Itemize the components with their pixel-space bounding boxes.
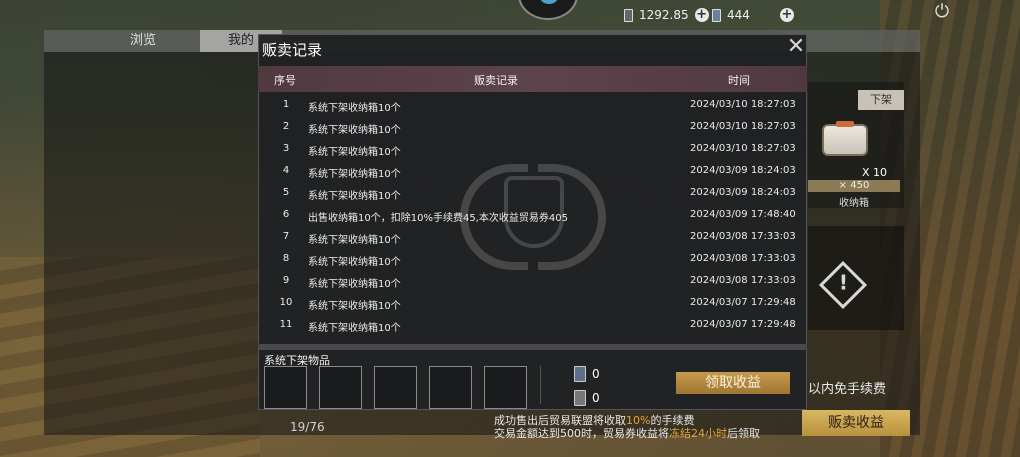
currency-trade-ticket-value: 1292.85 <box>639 8 689 22</box>
row-record: 系统下架收纳箱10个 <box>308 169 401 180</box>
row-time: 2024/03/10 18:27:03 <box>690 121 796 132</box>
currency-card: 444 <box>712 8 750 22</box>
row-record: 系统下架收纳箱10个 <box>308 147 401 158</box>
currency-card-value: 444 <box>727 8 750 22</box>
freeze-note: 交易金额达到500时，贸易券收益将冻结24小时后领取 <box>494 425 760 441</box>
item-count: X 10 <box>862 166 888 179</box>
table-row: 1 系统下架收纳箱10个 2024/03/10 18:27:03 <box>258 94 807 116</box>
item-price: × 450 <box>808 180 900 192</box>
row-time: 2024/03/09 18:24:03 <box>690 165 796 176</box>
row-no: 9 <box>282 275 290 286</box>
row-no: 7 <box>282 231 290 242</box>
row-record: 出售收纳箱10个，扣除10%手续费45,本次收益贸易券405 <box>308 213 568 224</box>
trade-ticket-icon <box>624 8 633 22</box>
table-row: 8 系统下架收纳箱10个 2024/03/08 17:33:03 <box>258 248 807 270</box>
tab-browse[interactable]: 浏览 <box>130 30 156 52</box>
add-currency-icon[interactable]: + <box>780 8 794 22</box>
card-currency-icon <box>712 8 721 22</box>
row-time: 2024/03/09 18:24:03 <box>690 187 796 198</box>
row-record: 系统下架收纳箱10个 <box>308 257 401 268</box>
header-time: 时间 <box>728 74 750 87</box>
row-no: 10 <box>279 297 293 308</box>
record-list[interactable]: 1 系统下架收纳箱10个 2024/03/10 18:27:03 2 系统下架收纳箱1… <box>258 94 807 342</box>
row-time: 2024/03/08 17:33:03 <box>690 253 796 264</box>
row-no: 5 <box>282 187 290 198</box>
row-time: 2024/03/08 17:33:03 <box>690 275 796 286</box>
close-icon[interactable]: ✕ <box>786 36 806 58</box>
add-currency-2[interactable]: + <box>780 8 794 22</box>
row-no: 11 <box>279 319 293 330</box>
row-record: 系统下架收纳箱10个 <box>308 191 401 202</box>
add-currency-icon[interactable]: + <box>694 8 709 22</box>
claim-income-button[interactable]: 领取收益 <box>676 372 790 394</box>
table-row: 6 出售收纳箱10个，扣除10%手续费45,本次收益贸易券405 2024/03/0… <box>258 204 807 226</box>
table-row: 2 系统下架收纳箱10个 2024/03/10 18:27:03 <box>258 116 807 138</box>
row-time: 2024/03/10 18:27:03 <box>690 143 796 154</box>
table-row: 5 系统下架收纳箱10个 2024/03/09 18:24:03 <box>258 182 807 204</box>
freeze-note-tail: 后领取 <box>727 427 760 440</box>
freeze-note-highlight: 冻结24小时 <box>669 427 727 440</box>
fee-tip-text: 以内免手续费 <box>808 382 887 397</box>
row-record: 系统下架收纳箱10个 <box>308 235 401 246</box>
table-row: 11 系统下架收纳箱10个 2024/03/07 17:29:48 <box>258 314 807 336</box>
freeze-note-text: 交易金额达到500时，贸易券收益将 <box>494 427 669 440</box>
row-no: 8 <box>282 253 290 264</box>
row-no: 4 <box>282 165 290 176</box>
trade-ticket-value: 0 <box>592 391 600 405</box>
header-no: 序号 <box>274 74 296 87</box>
row-record: 系统下架收纳箱10个 <box>308 279 401 290</box>
card-ticket-value: 0 <box>592 367 600 381</box>
row-time: 2024/03/07 17:29:48 <box>690 297 796 308</box>
item-slot[interactable] <box>319 366 362 409</box>
slot-divider <box>540 366 541 404</box>
row-no: 3 <box>282 143 290 154</box>
row-time: 2024/03/08 17:33:03 <box>690 231 796 242</box>
header-record: 贩卖记录 <box>474 74 518 87</box>
item-slot[interactable] <box>264 366 307 409</box>
row-time: 2024/03/09 17:48:40 <box>690 209 796 220</box>
power-icon[interactable]: ⏻ <box>932 2 952 22</box>
row-record: 系统下架收纳箱10个 <box>308 103 401 114</box>
item-name: 收纳箱 <box>839 198 869 209</box>
row-time: 2024/03/07 17:29:48 <box>690 319 796 330</box>
page-indicator: 19/76 <box>290 420 325 434</box>
item-slot[interactable] <box>374 366 417 409</box>
row-record: 系统下架收纳箱10个 <box>308 323 401 334</box>
table-row: 9 系统下架收纳箱10个 2024/03/08 17:33:03 <box>258 270 807 292</box>
table-row: 4 系统下架收纳箱10个 2024/03/09 18:24:03 <box>258 160 807 182</box>
row-record: 系统下架收纳箱10个 <box>308 301 401 312</box>
table-row: 10 系统下架收纳箱10个 2024/03/07 17:29:48 <box>258 292 807 314</box>
row-time: 2024/03/10 18:27:03 <box>690 99 796 110</box>
table-row: 3 系统下架收纳箱10个 2024/03/10 18:27:03 <box>258 138 807 160</box>
table-row: 7 系统下架收纳箱10个 2024/03/08 17:33:03 <box>258 226 807 248</box>
off-shelf-button[interactable]: 下架 <box>858 90 904 110</box>
trade-ticket-icon <box>574 390 586 406</box>
row-no: 1 <box>282 99 290 110</box>
table-header: 序号 贩卖记录 时间 <box>258 66 807 92</box>
sell-income-button[interactable]: 贩卖收益 <box>802 410 910 436</box>
item-slot[interactable] <box>484 366 527 409</box>
item-slot[interactable] <box>429 366 472 409</box>
row-record: 系统下架收纳箱10个 <box>308 125 401 136</box>
row-no: 6 <box>282 209 290 220</box>
storage-box-icon <box>822 121 868 156</box>
list-divider <box>258 344 807 350</box>
row-no: 2 <box>282 121 290 132</box>
card-ticket-icon <box>574 366 586 382</box>
currency-trade-ticket: 1292.85 + <box>624 8 709 22</box>
dialog-title: 贩卖记录 <box>262 41 323 59</box>
